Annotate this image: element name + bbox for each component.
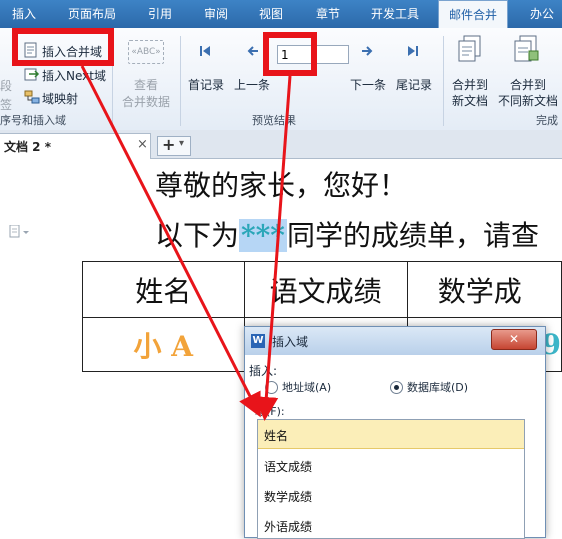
annotation-arrow-to-selected-field: [254, 75, 292, 421]
annotation-arrows: [80, 65, 292, 421]
annotation-arrow-to-field-list: [80, 65, 261, 418]
